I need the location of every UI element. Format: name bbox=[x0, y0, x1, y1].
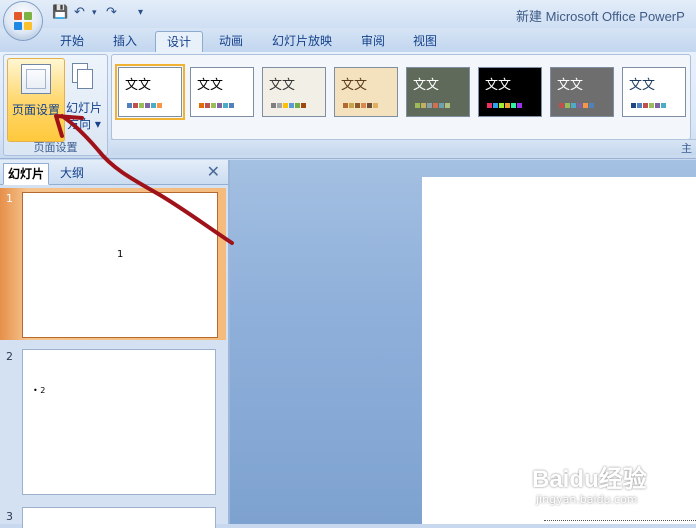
undo-icon[interactable]: ↶ bbox=[74, 5, 85, 21]
undo-dropdown-icon[interactable]: ▾ bbox=[92, 5, 97, 21]
watermark-subtext: jingyan.baidu.com bbox=[536, 493, 638, 506]
theme-thumbnail-theme-6[interactable]: 文文 bbox=[478, 67, 542, 117]
theme-color-swatches bbox=[559, 103, 594, 108]
theme-sample-text: 文文 bbox=[557, 78, 584, 93]
slide-preview: • 2 bbox=[22, 349, 216, 495]
theme-sample-text: 文文 bbox=[269, 78, 296, 93]
slide-thumbnail-2[interactable]: 2 • 2 bbox=[0, 346, 226, 496]
theme-thumbnail-theme-8[interactable]: 文文 bbox=[622, 67, 686, 117]
slide-number: 3 bbox=[6, 510, 13, 523]
slides-panel: 幻灯片 大纲 ✕ 1 1 2 • 2 3 bbox=[0, 160, 230, 528]
save-icon[interactable]: 💾 bbox=[52, 5, 68, 21]
slide-orientation-icon bbox=[72, 63, 93, 89]
theme-color-swatches bbox=[631, 103, 666, 108]
close-icon[interactable]: ✕ bbox=[207, 163, 220, 181]
theme-sample-text: 文文 bbox=[125, 78, 152, 93]
theme-thumbnail-theme-2[interactable]: 文文 bbox=[190, 67, 254, 117]
redo-icon[interactable]: ↷ bbox=[106, 5, 117, 21]
customize-toolbar-icon[interactable]: ▾ bbox=[138, 5, 143, 21]
placeholder-border bbox=[544, 520, 696, 521]
tab-review[interactable]: 审阅 bbox=[352, 31, 394, 51]
slide-preview-text: 1 bbox=[117, 249, 124, 260]
page-setup-icon bbox=[21, 64, 51, 94]
page-setup-button[interactable]: 页面设置 bbox=[7, 58, 65, 142]
slide-editor-area: Baidu经验 jingyan.baidu.com bbox=[230, 160, 696, 524]
tab-slideshow[interactable]: 幻灯片放映 bbox=[262, 31, 342, 51]
baidu-watermark: Baidu经验 jingyan.baidu.com bbox=[532, 453, 692, 513]
theme-color-swatches bbox=[199, 103, 234, 108]
office-button[interactable] bbox=[4, 2, 42, 40]
theme-sample-text: 文文 bbox=[485, 78, 512, 93]
tab-design[interactable]: 设计 bbox=[155, 31, 203, 52]
page-setup-label: 页面设置 bbox=[11, 103, 60, 117]
tab-insert[interactable]: 插入 bbox=[104, 31, 146, 51]
tab-home[interactable]: 开始 bbox=[50, 31, 94, 51]
theme-color-swatches bbox=[487, 103, 522, 108]
office-logo-icon bbox=[14, 12, 32, 30]
theme-thumbnail-theme-5[interactable]: 文文 bbox=[406, 67, 470, 117]
theme-sample-text: 文文 bbox=[629, 78, 656, 93]
slide-preview: 1 bbox=[22, 192, 218, 338]
ribbon-tab-bar: 开始 插入 设计 动画 幻灯片放映 审阅 视图 bbox=[0, 28, 696, 52]
slide-thumbnail-1[interactable]: 1 1 bbox=[0, 188, 226, 340]
tab-view[interactable]: 视图 bbox=[404, 31, 446, 51]
slide-orientation-button[interactable]: 幻灯片 方向 ▾ bbox=[64, 58, 104, 140]
themes-group-label: 主 bbox=[681, 142, 692, 155]
slide-number: 1 bbox=[6, 192, 13, 205]
panel-tab-bar: 幻灯片 大纲 ✕ bbox=[0, 160, 228, 185]
theme-thumbnail-theme-4[interactable]: 文文 bbox=[334, 67, 398, 117]
theme-thumbnail-theme-3[interactable]: 文文 bbox=[262, 67, 326, 117]
slide-orientation-label: 幻灯片 方向 ▾ bbox=[65, 101, 102, 131]
theme-sample-text: 文文 bbox=[197, 78, 224, 93]
tab-outline[interactable]: 大纲 bbox=[56, 163, 88, 183]
theme-color-swatches bbox=[415, 103, 450, 108]
theme-color-swatches bbox=[343, 103, 378, 108]
tab-animation[interactable]: 动画 bbox=[210, 31, 252, 51]
watermark-text: Baidu经验 bbox=[532, 466, 647, 493]
window-title: 新建 Microsoft Office PowerP bbox=[516, 9, 685, 24]
slide-thumbnail-3[interactable]: 3 bbox=[0, 506, 226, 528]
slide-preview-text: • 2 bbox=[33, 386, 46, 395]
slide-preview bbox=[22, 507, 216, 528]
theme-thumbnail-office-theme[interactable]: 文文 bbox=[115, 64, 185, 120]
tab-slides[interactable]: 幻灯片 bbox=[3, 163, 50, 185]
page-setup-group: 页面设置 幻灯片 方向 ▾ 页面设置 bbox=[3, 54, 108, 156]
theme-thumbnail-theme-7[interactable]: 文文 bbox=[550, 67, 614, 117]
page-setup-group-label: 页面设置 bbox=[33, 141, 78, 154]
themes-group-footer: 主 bbox=[111, 139, 696, 155]
theme-color-swatches bbox=[271, 103, 306, 108]
slide-number: 2 bbox=[6, 350, 13, 363]
themes-gallery: 文文 文文 文文 文文 文文 文文 文文 文文 bbox=[111, 54, 691, 140]
title-bar: 💾 ↶ ▾ ↷ ▾ 新建 Microsoft Office PowerP bbox=[0, 0, 696, 28]
ribbon: 页面设置 幻灯片 方向 ▾ 页面设置 文文 文文 文文 文文 文文 文文 文文 文文 主 bbox=[0, 52, 696, 159]
theme-sample-text: 文文 bbox=[413, 78, 440, 93]
theme-sample-text: 文文 bbox=[341, 78, 368, 93]
theme-color-swatches bbox=[127, 103, 162, 108]
